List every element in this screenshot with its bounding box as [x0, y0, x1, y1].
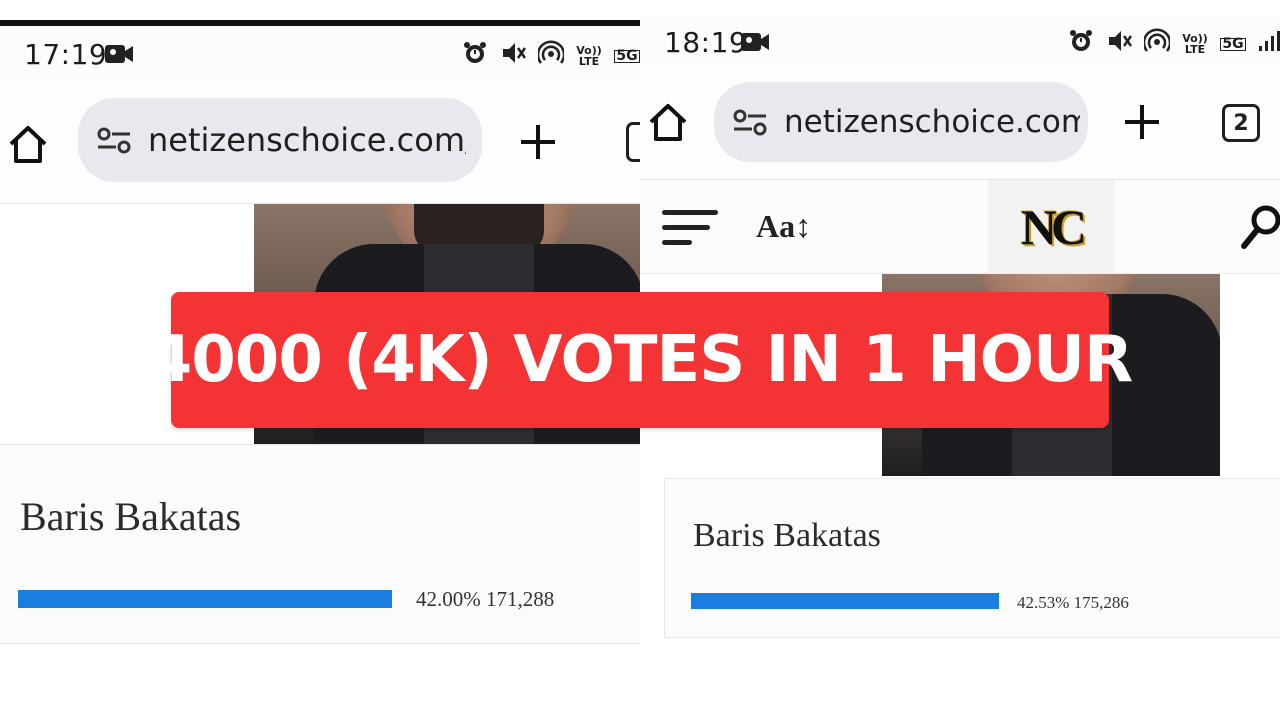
home-button[interactable]: [646, 100, 690, 144]
tab-count: 2: [1233, 110, 1249, 136]
new-tab-button[interactable]: [1118, 96, 1166, 148]
status-time: 18:19: [664, 25, 748, 59]
tune-icon[interactable]: [96, 125, 132, 155]
vote-stats: 42.00% 171,288: [416, 587, 555, 611]
menu-icon[interactable]: [662, 210, 718, 248]
plus-icon: [1125, 105, 1159, 139]
font-size-button[interactable]: Aa↕: [756, 208, 811, 245]
tabs-button[interactable]: 2: [1222, 104, 1260, 142]
vote-stats: 42.53% 175,286: [1017, 593, 1129, 612]
video-icon: [104, 42, 134, 70]
site-logo[interactable]: NC: [988, 180, 1114, 274]
site-header: Aa↕ NC: [640, 180, 1280, 274]
status-bar: 17:19 Vo)) LTE 5G: [0, 28, 640, 80]
top-border: [0, 20, 640, 26]
mute-icon: [1106, 28, 1133, 60]
url-bar[interactable]: netizenschoice.com/: [78, 98, 482, 182]
candidate-name: Baris Bakatas: [693, 517, 881, 554]
tabs-button[interactable]: [626, 122, 640, 162]
plus-icon: [521, 125, 555, 159]
alarm-icon: [1068, 28, 1094, 60]
vote-progress-bar: [18, 590, 392, 608]
hotspot-icon: [536, 40, 566, 72]
candidate-card: Baris Bakatas 42.53% 175,286: [664, 478, 1280, 638]
url-text: netizenschoice.com/: [148, 121, 466, 159]
browser-toolbar: netizenschoice.com/ 2: [640, 68, 1280, 180]
network-indicator: 5G: [614, 49, 640, 63]
logo-text: NC: [1020, 199, 1087, 255]
alarm-icon: [462, 40, 488, 72]
votes-banner: 4000 (4K) VOTES IN 1 HOUR: [148, 292, 1133, 428]
signal-icon: [1258, 30, 1280, 58]
vote-progress-bar: [691, 593, 999, 609]
new-tab-button[interactable]: [514, 116, 562, 168]
url-text: netizenschoice.com/: [784, 104, 1080, 140]
video-icon: [740, 30, 770, 58]
vote-progress-fill: [691, 593, 999, 609]
network-indicator: 5G: [1220, 37, 1246, 51]
browser-toolbar: netizenschoice.com/: [0, 80, 640, 204]
home-button[interactable]: [6, 122, 50, 166]
candidate-name: Baris Bakatas: [20, 494, 242, 539]
status-time: 17:19: [24, 37, 108, 71]
search-icon[interactable]: [1240, 204, 1280, 250]
volte-indicator: Vo)) LTE: [1182, 32, 1208, 56]
candidate-card: Baris Bakatas 42.00% 171,288: [0, 444, 640, 644]
home-icon: [9, 126, 47, 163]
hotspot-icon: [1142, 28, 1172, 60]
url-bar[interactable]: netizenschoice.com/: [714, 82, 1088, 162]
status-bar: 18:19 Vo)) LTE 5G 59: [640, 16, 1280, 68]
volte-indicator: Vo)) LTE: [576, 44, 602, 68]
vote-progress-fill: [18, 590, 392, 608]
home-icon: [649, 104, 687, 141]
mute-icon: [500, 40, 527, 72]
tune-icon[interactable]: [732, 107, 768, 137]
